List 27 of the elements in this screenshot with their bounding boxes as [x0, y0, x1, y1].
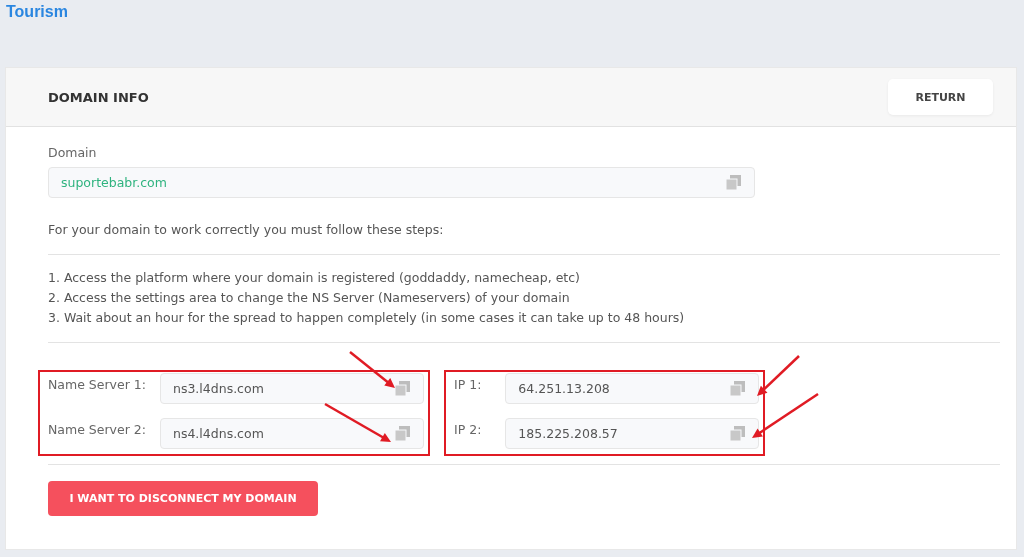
field-value: ns4.l4dns.com — [173, 426, 264, 441]
page-title: Tourism — [6, 3, 69, 22]
field-value: ns3.l4dns.com — [173, 381, 264, 396]
field-value: suportebabr.com — [61, 175, 167, 190]
field-value: 64.251.13.208 — [518, 381, 610, 396]
input-field[interactable]: ns3.l4dns.com — [160, 373, 424, 404]
card-title: DOMAIN INFO — [48, 89, 149, 105]
copy-icon[interactable] — [394, 380, 411, 397]
field-label: IP 1: — [454, 377, 482, 392]
copy-icon[interactable] — [725, 174, 742, 191]
field-value: 185.225.208.57 — [518, 426, 618, 441]
field-label: IP 2: — [454, 422, 482, 437]
field-label: Domain — [48, 145, 98, 160]
copy-icon[interactable] — [394, 425, 411, 442]
instruction-text: For your domain to work correctly you must follow these steps: — [48, 221, 445, 239]
step-text: 3. Wait about an hour for the spread to happen completely (in some cases it can take up to 48 hours) — [48, 309, 686, 327]
input-field[interactable]: ns4.l4dns.com — [160, 418, 424, 449]
input-field[interactable]: 64.251.13.208 — [505, 373, 760, 404]
arrow — [324, 402, 391, 442]
field-label: Name Server 1: — [48, 377, 146, 392]
field-label: Name Server 2: — [48, 422, 146, 437]
step-text: 1. Access the platform where your domain is registered (goddaddy, namecheap, etc) — [48, 269, 581, 287]
copy-icon[interactable] — [729, 380, 747, 397]
return-button[interactable]: RETURN — [888, 79, 993, 115]
copy-icon[interactable] — [729, 425, 747, 442]
step-text: 2. Access the settings area to change the NS Server (Nameservers) of your domain — [48, 289, 571, 307]
input-field[interactable]: 185.225.208.57 — [505, 418, 760, 449]
